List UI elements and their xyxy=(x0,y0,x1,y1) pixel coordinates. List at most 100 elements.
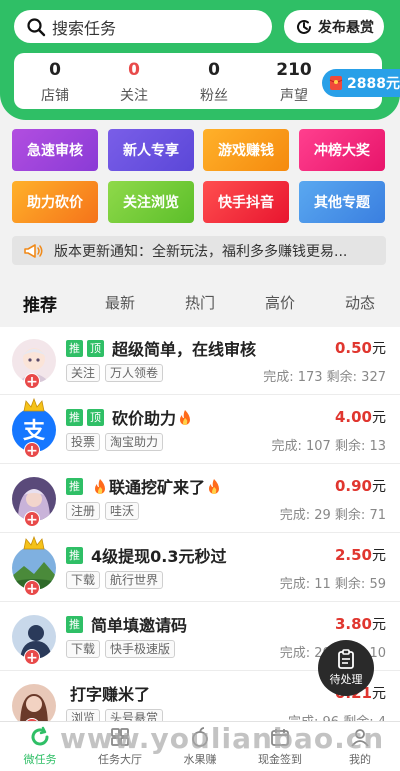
task-title: 联通挖矿来了 xyxy=(91,474,223,498)
category-label: 急速审核 xyxy=(27,143,83,159)
publish-icon xyxy=(297,19,311,34)
recommend-badge: 推 xyxy=(66,546,83,564)
recommend-badge: 推 xyxy=(66,339,83,357)
nav-mine[interactable]: 我的 xyxy=(320,726,400,767)
price-value: 4.00 xyxy=(334,408,372,426)
stat-label: 声望 xyxy=(280,88,308,104)
task-tags: 下载 快手极速版 xyxy=(66,640,180,658)
nav-label: 水果赚 xyxy=(183,753,217,766)
task-tag: 浏览 xyxy=(66,709,101,721)
price-unit: 元 xyxy=(372,410,386,426)
follow-plus-icon[interactable]: + xyxy=(24,511,40,528)
recommend-badge: 推 xyxy=(66,615,83,633)
price-value: 2.50 xyxy=(334,546,372,564)
category-button-bargain[interactable]: 助力砍价 xyxy=(12,181,98,223)
category-button-kuaishou-douyin[interactable]: 快手抖音 xyxy=(203,181,289,223)
task-title-text: 打字赚米了 xyxy=(70,685,151,704)
nav-task-hall[interactable]: 任务大厅 xyxy=(80,726,160,767)
nav-label: 任务大厅 xyxy=(98,753,142,766)
task-title: 砍价助力 xyxy=(112,405,194,429)
balance-badge[interactable]: 2888元 xyxy=(322,69,400,97)
nav-label: 我的 xyxy=(349,753,371,766)
task-tags: 下载 航行世界 xyxy=(66,571,168,589)
red-packet-icon xyxy=(329,76,343,90)
task-title-row: 推顶超级简单，在线审核 xyxy=(66,336,256,360)
category-label: 其他专题 xyxy=(314,195,370,211)
task-avatar xyxy=(12,684,56,721)
task-tag: 投票 xyxy=(66,433,101,451)
user-icon xyxy=(351,729,369,747)
task-item[interactable]: 支 + 推顶砍价助力 4.00元 投票 淘宝助力 完成: 107 剩余: 13 xyxy=(0,396,400,464)
crown-icon xyxy=(23,536,45,550)
task-title-text: 简单填邀请码 xyxy=(91,616,188,635)
tab-latest[interactable]: 最新 xyxy=(80,292,160,313)
task-tag: 万人领卷 xyxy=(105,364,164,382)
task-tags: 浏览 头号悬赏 xyxy=(66,709,168,721)
price-unit: 元 xyxy=(372,548,386,564)
task-title-text: 超级简单，在线审核 xyxy=(112,340,257,359)
follow-plus-icon[interactable]: + xyxy=(24,649,40,666)
task-progress: 完成: 107 剩余: 13 xyxy=(271,439,386,454)
svg-text:支: 支 xyxy=(23,419,46,444)
nav-label: 微任务 xyxy=(23,753,57,766)
task-title-text: 联通挖矿来了 xyxy=(109,478,206,497)
task-price: 4.00元 xyxy=(335,407,386,427)
nav-fruit-earn[interactable]: 水果赚 xyxy=(160,726,240,767)
stat-label: 粉丝 xyxy=(200,88,228,104)
recommend-badge: 推 xyxy=(66,477,83,495)
follow-plus-icon[interactable]: + xyxy=(24,580,40,597)
tab-recommended[interactable]: 推荐 xyxy=(0,291,80,316)
nav-micro-task[interactable]: 微任务 xyxy=(0,726,80,767)
fire-icon xyxy=(180,410,191,425)
stat-value: 210 xyxy=(276,60,312,80)
pending-label: 待处理 xyxy=(329,673,363,686)
notice-bar[interactable]: 版本更新通知：全新玩法，福利多多赚钱更易... xyxy=(12,236,386,265)
price-unit: 元 xyxy=(372,479,386,495)
category-button-other[interactable]: 其他专题 xyxy=(299,181,385,223)
task-tag: 下载 xyxy=(66,571,101,589)
stat-shops[interactable]: 0 店铺 xyxy=(20,59,90,105)
tab-activity[interactable]: 动态 xyxy=(320,292,400,313)
header: 搜索任务 发布悬赏 0 店铺 0 关注 0 粉丝 210 声望 xyxy=(0,0,400,120)
task-title-row: 打字赚米了 xyxy=(66,681,150,705)
category-button-follow-browse[interactable]: 关注浏览 xyxy=(108,181,194,223)
category-button-game[interactable]: 游戏赚钱 xyxy=(203,129,289,171)
task-price: 0.50元 xyxy=(335,338,386,358)
stat-value: 0 xyxy=(208,60,220,80)
task-tag: 头号悬赏 xyxy=(105,709,164,721)
pending-button[interactable]: 待处理 xyxy=(318,640,374,696)
task-item[interactable]: + 推 4级提现0.3元秒过 2.50元 下载 航行世界 完成: 11 剩余: 59 xyxy=(0,534,400,602)
category-button-newcomer[interactable]: 新人专享 xyxy=(108,129,194,171)
task-title-row: 推 联通挖矿来了 xyxy=(66,474,223,498)
grid-icon xyxy=(111,728,129,746)
stat-value: 0 xyxy=(128,60,140,80)
stat-reputation[interactable]: 210 声望 xyxy=(259,59,329,105)
search-input[interactable]: 搜索任务 xyxy=(14,10,272,43)
category-button-ranking[interactable]: 冲榜大奖 xyxy=(299,129,385,171)
task-tabs: 推荐 最新 热门 高价 动态 xyxy=(0,280,400,326)
follow-plus-icon[interactable]: + xyxy=(24,442,40,459)
stat-fans[interactable]: 0 粉丝 xyxy=(179,59,249,105)
publish-reward-button[interactable]: 发布悬赏 xyxy=(284,10,384,43)
megaphone-icon xyxy=(24,243,43,258)
notice-text: 版本更新通知：全新玩法，福利多多赚钱更易... xyxy=(54,243,348,260)
balance-value: 2888元 xyxy=(347,76,400,92)
task-progress: 完成: 173 剩余: 327 xyxy=(263,370,386,385)
search-icon xyxy=(27,17,46,36)
tab-hot[interactable]: 热门 xyxy=(160,292,240,313)
publish-label: 发布悬赏 xyxy=(318,19,374,36)
task-tag: 哇沃 xyxy=(105,502,140,520)
task-tag: 注册 xyxy=(66,502,101,520)
tab-high-price[interactable]: 高价 xyxy=(240,292,320,313)
nav-cash-checkin[interactable]: 现金签到 xyxy=(240,726,320,767)
task-tags: 关注 万人领卷 xyxy=(66,364,168,382)
task-item[interactable]: + 推顶超级简单，在线审核 0.50元关注 万人领卷 完成: 173 剩余: 327 xyxy=(0,327,400,395)
recommend-badge: 推 xyxy=(66,408,83,426)
follow-plus-icon[interactable]: + xyxy=(24,373,40,390)
stat-follows[interactable]: 0 关注 xyxy=(99,59,169,105)
task-tag: 航行世界 xyxy=(105,571,164,589)
task-item[interactable]: + 推 联通挖矿来了 0.90元 注册 哇沃 完成: 29 剩余: 71 xyxy=(0,465,400,533)
fire-icon xyxy=(209,479,220,494)
category-button-fast-review[interactable]: 急速审核 xyxy=(12,129,98,171)
task-title: 简单填邀请码 xyxy=(91,612,187,636)
